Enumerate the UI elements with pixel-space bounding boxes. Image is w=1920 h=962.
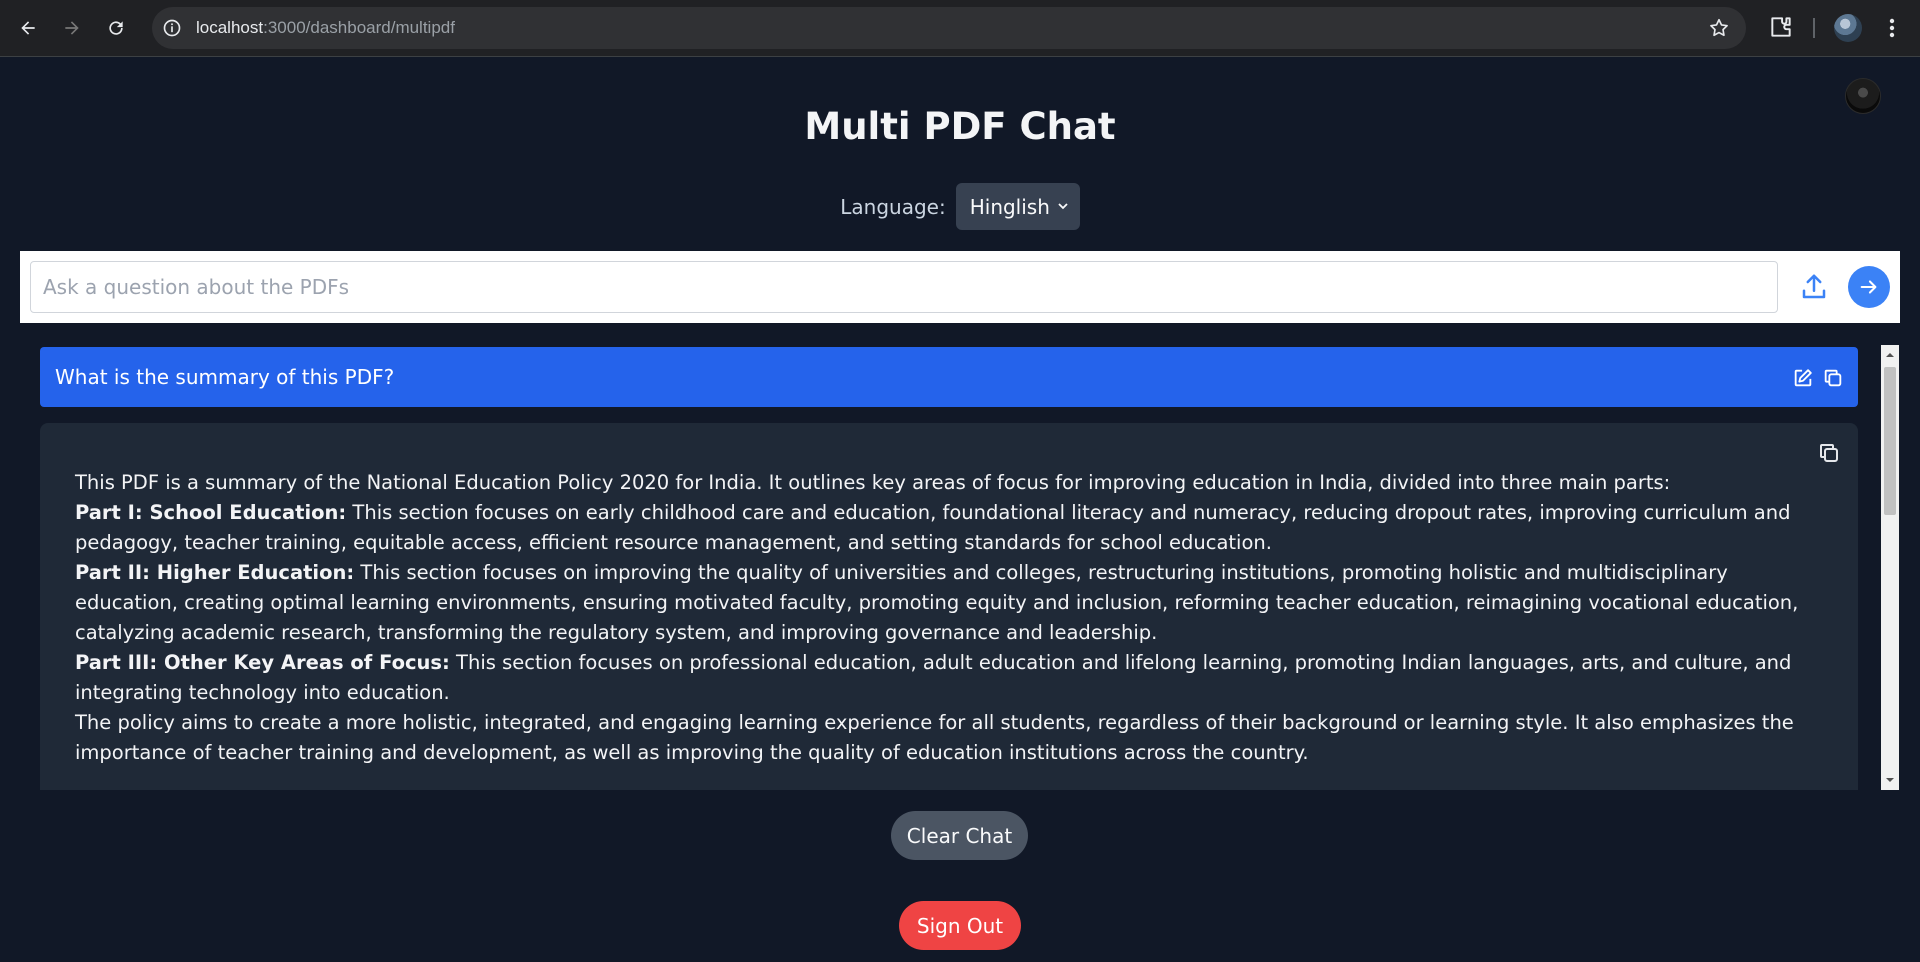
scroll-down-icon[interactable] (1881, 772, 1899, 788)
part-3-heading: Part III: Other Key Areas of Focus: (75, 651, 450, 674)
back-button[interactable] (12, 12, 44, 44)
scrollbar-thumb[interactable] (1884, 367, 1896, 515)
answer-intro: This PDF is a summary of the National Ed… (75, 471, 1671, 494)
chat-scrollbar[interactable] (1881, 345, 1899, 790)
site-info-icon[interactable] (162, 18, 182, 38)
answer-bubble: This PDF is a summary of the National Ed… (40, 423, 1858, 790)
upload-button[interactable] (1796, 269, 1832, 305)
send-button[interactable] (1848, 266, 1890, 308)
scroll-up-icon[interactable] (1881, 347, 1899, 363)
answer-text: This PDF is a summary of the National Ed… (75, 468, 1835, 768)
part-2-heading: Part II: Higher Education: (75, 561, 355, 584)
url-path: :3000/dashboard/multipdf (263, 18, 455, 37)
profile-avatar[interactable] (1834, 14, 1862, 42)
copy-icon[interactable] (1822, 367, 1844, 389)
toolbar-divider (1813, 18, 1815, 38)
language-row: Language: Hinglish (0, 183, 1920, 230)
extensions-icon[interactable] (1768, 14, 1794, 40)
copy-icon[interactable] (1817, 441, 1841, 465)
back-icon (21, 21, 35, 35)
part-1-heading: Part I: School Education: (75, 501, 347, 524)
chevron-down-icon (1058, 203, 1068, 210)
browser-toolbar: localhost:3000/dashboard/multipdf (0, 0, 1920, 57)
menu-icon[interactable] (1882, 14, 1902, 42)
reload-button[interactable] (100, 12, 132, 44)
language-label: Language: (840, 194, 946, 219)
question-bar (20, 251, 1900, 323)
question-bubble: What is the summary of this PDF? (40, 347, 1858, 407)
address-bar[interactable]: localhost:3000/dashboard/multipdf (152, 7, 1746, 49)
forward-button[interactable] (56, 12, 88, 44)
url-text: localhost:3000/dashboard/multipdf (196, 18, 455, 38)
language-selected-value: Hinglish (969, 194, 1050, 219)
upload-icon (1802, 274, 1826, 299)
language-select[interactable]: Hinglish (955, 183, 1080, 230)
arrow-right-icon (1860, 280, 1877, 294)
page-title: Multi PDF Chat (804, 105, 1116, 148)
answer-part-3: Part III: Other Key Areas of Focus: This… (75, 648, 1835, 708)
reload-icon (109, 21, 123, 35)
forward-icon (65, 21, 79, 35)
answer-part-1: Part I: School Education: This section f… (75, 498, 1835, 558)
url-host: localhost (196, 18, 264, 37)
answer-part-2: Part II: Higher Education: This section … (75, 558, 1835, 648)
question-text: What is the summary of this PDF? (55, 365, 395, 389)
edit-icon[interactable] (1792, 367, 1814, 389)
question-input[interactable] (30, 261, 1778, 313)
bookmark-star-icon[interactable] (1708, 17, 1730, 39)
answer-conclusion: The policy aims to create a more holisti… (75, 711, 1794, 764)
chat-history[interactable]: What is the summary of this PDF? This PD… (40, 345, 1880, 790)
clear-chat-button[interactable]: Clear Chat (891, 811, 1028, 860)
sign-out-button[interactable]: Sign Out (899, 901, 1021, 950)
